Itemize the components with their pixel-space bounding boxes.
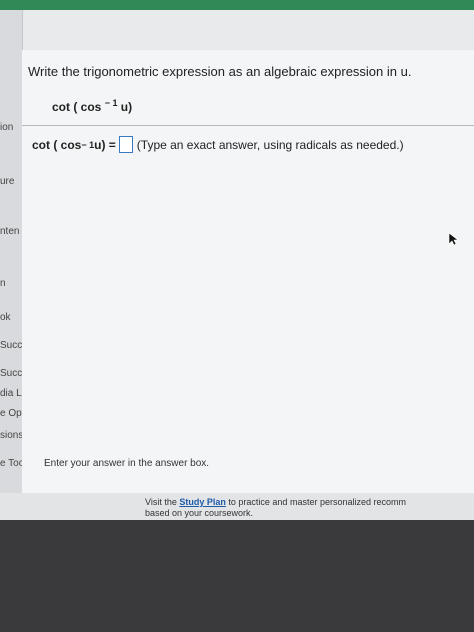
study-plan-link[interactable]: Study Plan [179, 497, 226, 507]
footer-text: Visit the Study Plan to practice and mas… [145, 497, 474, 519]
answer-lhs-exponent: − 1 [81, 139, 95, 150]
sidebar: ion ure nten n ok Succe Succe dia Libr e… [0, 10, 33, 520]
footer-line2: based on your coursework. [145, 508, 254, 518]
top-bar [0, 0, 474, 10]
expression-prefix: cot ( cos [52, 100, 102, 114]
expression-exponent: − 1 [104, 98, 118, 108]
expression-suffix: u) [120, 100, 133, 114]
answer-hint: (Type an exact answer, using radicals as… [136, 137, 404, 152]
screen: ion ure nten n ok Succe Succe dia Libr e… [0, 0, 474, 520]
answer-lhs-prefix: cot ( cos [32, 137, 82, 152]
question-panel: Write the trigonometric expression as an… [22, 50, 474, 505]
answer-input[interactable] [118, 136, 133, 153]
given-expression: cot ( cos − 1 u) [52, 98, 132, 114]
mouse-pointer-icon [448, 232, 459, 246]
footer-suffix: to practice and master personalized reco… [228, 497, 406, 507]
instruction-text: Enter your answer in the answer box. [44, 458, 210, 469]
footer: Visit the Study Plan to practice and mas… [0, 493, 474, 520]
answer-lhs-suffix: u) = [94, 137, 116, 152]
footer-prefix: Visit the [145, 497, 177, 507]
divider [22, 125, 474, 126]
question-text: Write the trigonometric expression as an… [28, 64, 412, 79]
answer-row: cot ( cos − 1 u) = (Type an exact answer… [32, 136, 404, 153]
